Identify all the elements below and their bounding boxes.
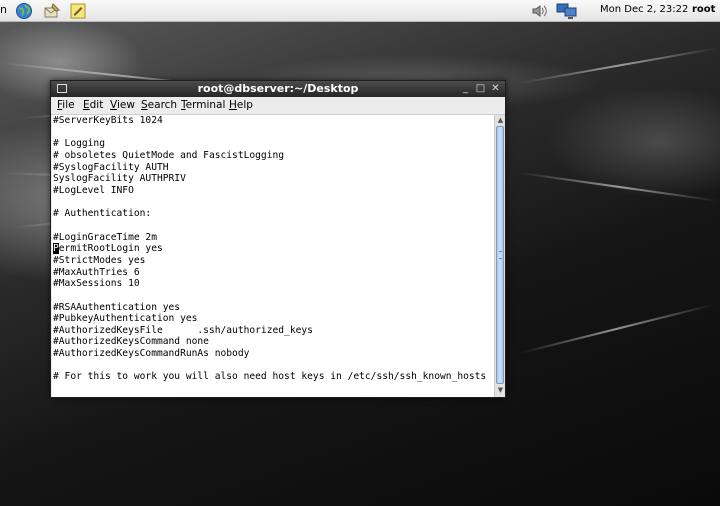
user-menu[interactable]: root — [692, 4, 715, 15]
network-monitor-icon[interactable] — [556, 2, 577, 20]
scrollbar-grip-icon — [499, 251, 502, 259]
terminal-window[interactable]: root@dbserver:~/Desktop _ □ ✕ File Edit … — [50, 80, 506, 398]
mail-client-icon[interactable] — [43, 2, 61, 20]
maximize-button[interactable]: □ — [474, 82, 487, 95]
terminal-text-before-cursor: #ServerKeyBits 1024 # Logging # obsolete… — [53, 115, 285, 243]
window-title: root@dbserver:~/Desktop — [197, 82, 359, 95]
scroll-down-arrow-icon[interactable]: ▼ — [496, 386, 505, 395]
menu-help[interactable]: Help — [229, 99, 253, 111]
globe-browser-icon[interactable] — [15, 2, 33, 20]
menu-search[interactable]: Search — [141, 99, 177, 111]
close-button[interactable]: ✕ — [489, 82, 502, 95]
menu-edit[interactable]: Edit — [83, 99, 103, 111]
note-editor-icon[interactable] — [69, 2, 87, 20]
terminal-output: #ServerKeyBits 1024 # Logging # obsolete… — [52, 115, 486, 383]
scroll-up-arrow-icon[interactable]: ▲ — [496, 116, 505, 125]
menu-file[interactable]: File — [57, 99, 75, 111]
speaker-volume-icon[interactable] — [530, 2, 550, 20]
vertical-scrollbar[interactable]: ▲ ▼ — [494, 115, 505, 397]
menu-terminal[interactable]: Terminal — [181, 99, 225, 111]
clock[interactable]: Mon Dec 2, 23:22 — [600, 4, 688, 15]
window-titlebar[interactable]: root@dbserver:~/Desktop _ □ ✕ — [51, 81, 505, 97]
menu-view[interactable]: View — [110, 99, 135, 111]
minimize-button[interactable]: _ — [459, 82, 472, 95]
top-panel: n Mon Dec 2, 23:22 root — [0, 0, 720, 22]
panel-menu-label[interactable]: n — [0, 3, 7, 16]
scrollbar-thumb[interactable] — [496, 126, 504, 384]
terminal-text-area[interactable]: #ServerKeyBits 1024 # Logging # obsolete… — [52, 115, 494, 397]
terminal-text-after-cursor: ermitRootLogin yes #StrictModes yes #Max… — [53, 243, 487, 383]
menubar: File Edit View Search Terminal Help — [51, 97, 505, 115]
